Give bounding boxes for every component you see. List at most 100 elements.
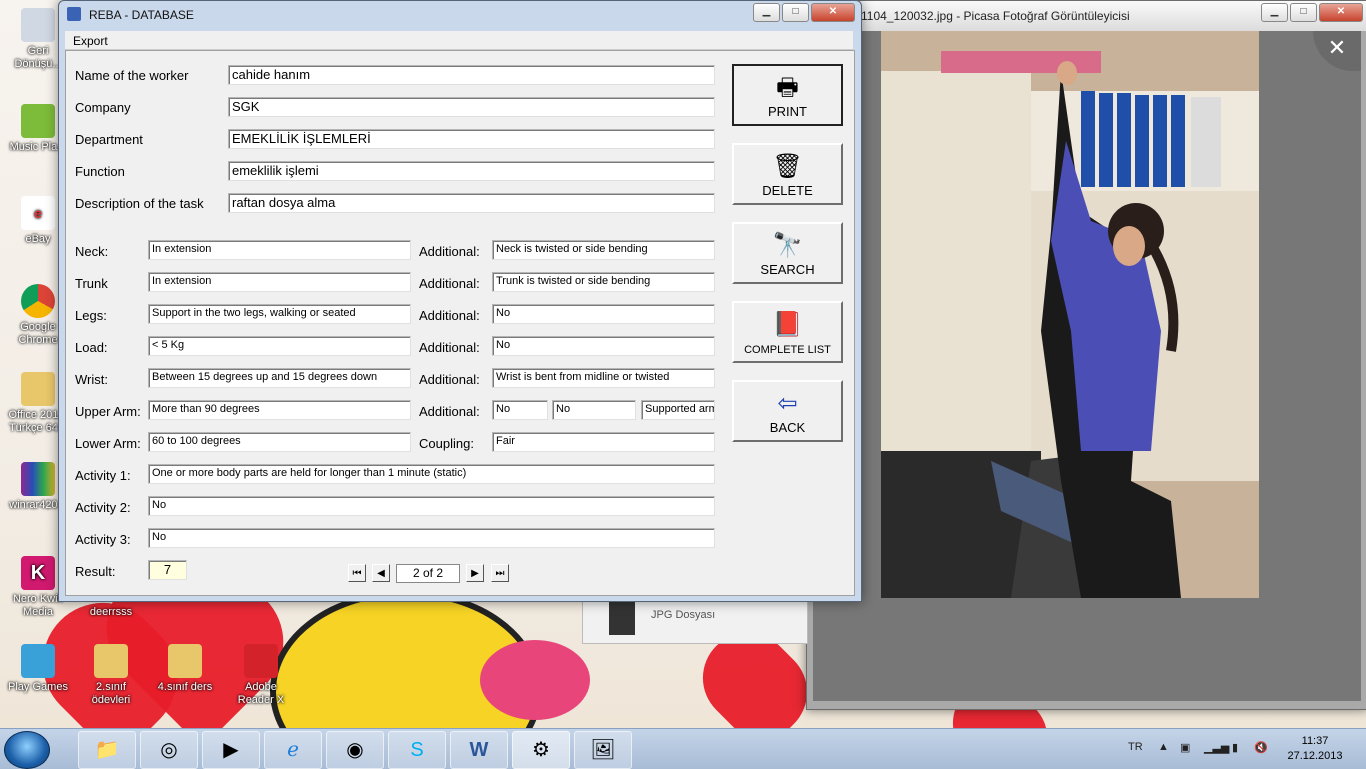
desktop-icon-play-games[interactable]: Play Games: [3, 644, 73, 694]
load-additional-field[interactable]: No: [492, 336, 715, 356]
folder-icon: [168, 644, 202, 678]
department-field[interactable]: EMEKLİLİK İŞLEMLERİ: [228, 129, 715, 149]
upper-arm-additional-2[interactable]: No: [552, 400, 636, 420]
maximize-icon[interactable]: □: [1290, 3, 1317, 22]
legs-field[interactable]: Support in the two legs, walking or seat…: [148, 304, 411, 324]
lower-arm-label: Lower Arm:: [75, 436, 141, 451]
reba-app-icon: ⚙: [532, 739, 550, 761]
neck-additional-field[interactable]: Neck is twisted or side bending: [492, 240, 715, 260]
wrist-additional-label: Additional:: [419, 372, 480, 387]
task-field[interactable]: raftan dosya alma: [228, 193, 715, 213]
coupling-label: Coupling:: [419, 436, 474, 451]
close-icon[interactable]: ✕: [811, 3, 855, 22]
battery-icon[interactable]: ▮: [1232, 741, 1238, 754]
taskbar-video[interactable]: ▶: [202, 731, 260, 769]
desktop-icon-2sinif[interactable]: 2.sınıf ödevleri: [76, 644, 146, 707]
wrist-label: Wrist:: [75, 372, 108, 387]
previous-record-button[interactable]: ◀: [372, 564, 390, 582]
photo-image: [881, 31, 1259, 598]
upper-arm-field[interactable]: More than 90 degrees: [148, 400, 411, 420]
legs-additional-label: Additional:: [419, 308, 480, 323]
desktop-icon-4sinif[interactable]: 4.sınıf ders: [150, 644, 220, 694]
taskbar-skype[interactable]: S: [388, 731, 446, 769]
skype-icon: S: [410, 739, 424, 761]
company-field[interactable]: SGK: [228, 97, 715, 117]
minimize-icon[interactable]: ▁: [1261, 3, 1288, 22]
taskbar-chrome[interactable]: ◉: [326, 731, 384, 769]
search-button[interactable]: 🔭 SEARCH: [732, 222, 843, 284]
result-field[interactable]: 7: [148, 560, 187, 580]
adobe-reader-icon: [244, 644, 278, 678]
next-record-button[interactable]: ▶: [466, 564, 484, 582]
result-label: Result:: [75, 564, 116, 579]
first-record-icon: ⏮: [352, 568, 362, 579]
function-field[interactable]: emeklilik işlemi: [228, 161, 715, 181]
window-title: REBA - DATABASE: [89, 8, 194, 22]
wrist-additional-field[interactable]: Wrist is bent from midline or twisted: [492, 368, 715, 388]
complete-list-button[interactable]: 📕 COMPLETE LIST: [732, 301, 843, 363]
taskbar-word[interactable]: W: [450, 731, 508, 769]
neck-label: Neck:: [75, 244, 109, 259]
record-form: Name of the worker cahide hanım Company …: [65, 50, 855, 596]
trash-icon: 🗑: [772, 153, 803, 180]
file-preview-panel[interactable]: JPG Dosyası: [582, 596, 808, 644]
book-icon: 📕: [772, 311, 803, 338]
print-button[interactable]: 🖶 PRINT: [732, 64, 843, 126]
chrome-icon: ◉: [346, 739, 364, 761]
activity3-field[interactable]: No: [148, 528, 715, 548]
picasa-viewer: ✕: [813, 31, 1361, 701]
upper-arm-additional-1[interactable]: No: [492, 400, 548, 420]
load-field[interactable]: < 5 Kg: [148, 336, 411, 356]
chrome-icon: [21, 284, 55, 318]
signal-icon[interactable]: ▁▃▅: [1204, 741, 1229, 754]
department-label: Department: [75, 132, 143, 147]
trunk-field[interactable]: In extension: [148, 272, 411, 292]
complete-list-button-label: COMPLETE LIST: [744, 344, 831, 356]
record-position[interactable]: 2 of 2: [396, 564, 460, 583]
volume-icon[interactable]: 🔇: [1254, 741, 1268, 754]
ebay-icon: e: [21, 196, 55, 230]
first-record-button[interactable]: ⏮: [348, 564, 366, 582]
maximize-icon[interactable]: □: [782, 3, 809, 22]
neck-field[interactable]: In extension: [148, 240, 411, 260]
legs-additional-field[interactable]: No: [492, 304, 715, 324]
language-indicator[interactable]: TR: [1128, 741, 1143, 753]
lower-arm-field[interactable]: 60 to 100 degrees: [148, 432, 411, 452]
taskbar-reba[interactable]: ⚙: [512, 731, 570, 769]
desktop-icon-adobe[interactable]: Adobe Reader X: [226, 644, 296, 707]
file-type-label: JPG Dosyası: [651, 609, 716, 621]
close-viewer-button[interactable]: ✕: [1313, 31, 1361, 71]
wallpaper-tongue: [480, 640, 590, 720]
upper-arm-additional-3[interactable]: Supported arm: [641, 400, 715, 420]
back-button[interactable]: ⇦ BACK: [732, 380, 843, 442]
coupling-field[interactable]: Fair: [492, 432, 715, 452]
previous-record-icon: ◀: [377, 568, 385, 579]
network-icon[interactable]: ▣: [1180, 741, 1190, 754]
minimize-icon[interactable]: ▁: [753, 3, 780, 22]
nero-icon: K: [21, 556, 55, 590]
clock[interactable]: 11:37 27.12.2013: [1280, 734, 1350, 764]
wrist-field[interactable]: Between 15 degrees up and 15 degrees dow…: [148, 368, 411, 388]
print-button-label: PRINT: [768, 104, 807, 119]
trunk-additional-field[interactable]: Trunk is twisted or side bending: [492, 272, 715, 292]
start-button[interactable]: [4, 731, 50, 769]
taskbar-ie[interactable]: ℯ: [264, 731, 322, 769]
activity1-field[interactable]: One or more body parts are held for long…: [148, 464, 715, 484]
legs-label: Legs:: [75, 308, 107, 323]
activity2-label: Activity 2:: [75, 500, 131, 515]
taskbar-picasa[interactable]: 🖼: [574, 731, 632, 769]
tray-expand-icon[interactable]: ▲: [1158, 741, 1169, 753]
picasa-titlebar[interactable]: 1104_120032.jpg - Picasa Fotoğraf Görünt…: [807, 1, 1366, 31]
menu-export[interactable]: Export: [73, 34, 108, 48]
picasa-window: 1104_120032.jpg - Picasa Fotoğraf Görünt…: [806, 0, 1366, 710]
close-icon[interactable]: ✕: [1319, 3, 1363, 22]
taskbar-media[interactable]: ◎: [140, 731, 198, 769]
last-record-button[interactable]: ⏭: [491, 564, 509, 582]
activity2-field[interactable]: No: [148, 496, 715, 516]
taskbar-explorer[interactable]: 📁: [78, 731, 136, 769]
desktop-icon-deerrsss[interactable]: deerrsss: [76, 606, 146, 619]
worker-field[interactable]: cahide hanım: [228, 65, 715, 85]
next-record-icon: ▶: [471, 568, 479, 579]
delete-button[interactable]: 🗑 DELETE: [732, 143, 843, 205]
folder-icon: [94, 644, 128, 678]
